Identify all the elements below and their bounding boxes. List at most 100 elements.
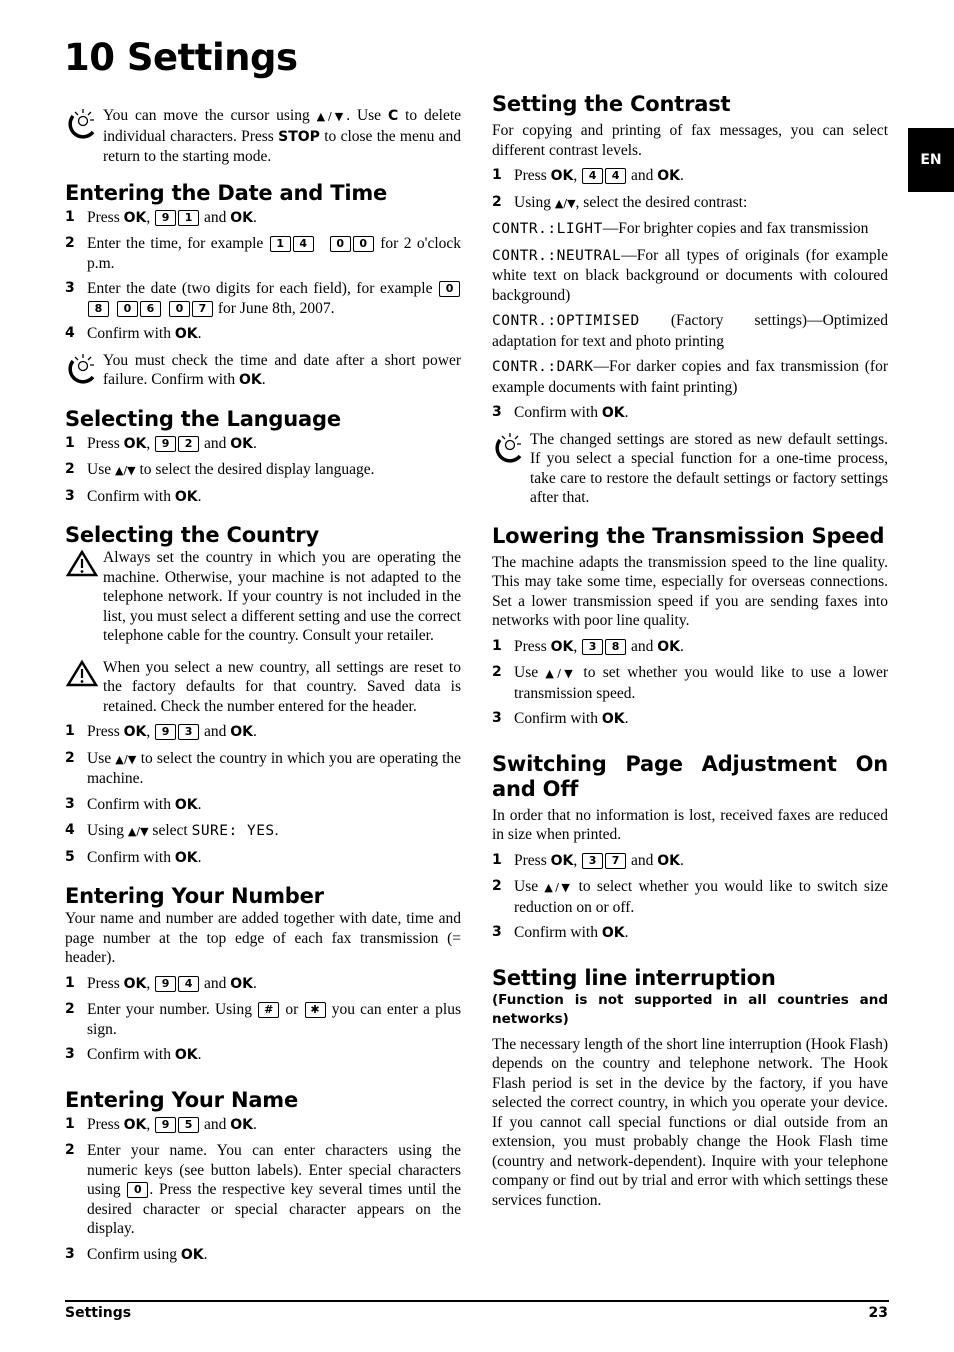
step: 2 Use ▲/▼ to select whether you would li… xyxy=(492,877,888,917)
heading-your-number: Entering Your Number xyxy=(65,884,324,908)
ok-key-label: OK xyxy=(230,724,253,740)
step-text: Using xyxy=(87,822,125,839)
step-text: Enter your number. Using xyxy=(87,1001,252,1018)
step-text: Use xyxy=(87,461,112,478)
country-warning-1: Always set the country in which you are … xyxy=(65,548,461,646)
step-number: 1 xyxy=(65,434,75,451)
step-text: Press xyxy=(87,434,120,452)
step: 3 Confirm with OK. xyxy=(492,923,888,944)
punct: . xyxy=(624,404,629,421)
ok-key-label: OK xyxy=(550,168,574,184)
step-number: 1 xyxy=(492,637,502,654)
step-number: 3 xyxy=(492,404,502,420)
tip-text: You must check the time and date after a… xyxy=(103,351,461,389)
step-text: and xyxy=(203,1115,227,1133)
key-0: 0 xyxy=(439,281,461,297)
punct: . xyxy=(197,325,202,342)
step-text: Confirm with xyxy=(87,487,171,505)
step-text: , select the desired contrast: xyxy=(575,193,748,211)
punct: , xyxy=(573,167,578,184)
step: 1 Press OK, 92 and OK. xyxy=(65,434,461,455)
number-intro: Your name and number are added together … xyxy=(65,910,461,966)
ok-key-label: OK xyxy=(657,638,680,655)
key-5: 5 xyxy=(178,1116,200,1133)
step-number: 2 xyxy=(65,461,75,477)
ok-key-label: OK xyxy=(123,724,147,740)
up-down-arrows-icon: ▲/▼ xyxy=(544,881,573,894)
step-number: 3 xyxy=(65,487,75,504)
key-3: 3 xyxy=(582,852,604,869)
language-tab-en: EN xyxy=(908,128,954,192)
ok-key-label: OK xyxy=(123,209,147,226)
lightbulb-tip-icon xyxy=(492,430,530,508)
step-text: Press xyxy=(87,1115,120,1133)
step-number: 2 xyxy=(65,235,75,251)
heading-language: Selecting the Language xyxy=(65,406,341,431)
step-number: 4 xyxy=(65,822,75,838)
step-text: and xyxy=(203,723,227,740)
step-text: and xyxy=(630,637,654,655)
punct: . xyxy=(197,795,202,813)
step-number: 2 xyxy=(492,664,502,680)
ok-key-label: OK xyxy=(230,975,253,992)
key-8: 8 xyxy=(88,300,109,317)
step-number: 4 xyxy=(65,325,75,341)
intro-tip: You can move the cursor using ▲/▼. Use C… xyxy=(65,106,461,167)
step-text: and xyxy=(630,851,654,869)
ok-key-label: OK xyxy=(239,372,262,388)
ok-key-label: OK xyxy=(230,1116,253,1133)
tip-text: . Use xyxy=(346,107,382,124)
key-1: 1 xyxy=(269,236,291,252)
ok-key-label: OK xyxy=(174,849,198,866)
step-number: 1 xyxy=(65,974,75,991)
step: 3 Confirm with OK. xyxy=(492,709,888,730)
speed-intro: The machine adapts the transmission spee… xyxy=(492,553,888,630)
step-text: or xyxy=(285,1001,299,1018)
step: 4 Using ▲/▼ select SURE: YES. xyxy=(65,821,461,842)
footer-divider xyxy=(65,1300,889,1302)
step-number: 1 xyxy=(65,1115,75,1132)
footer-page-number: 23 xyxy=(868,1305,888,1321)
hash-key: # xyxy=(258,1002,280,1018)
step-text: Press xyxy=(87,974,120,992)
key-0: 0 xyxy=(329,236,351,252)
line-interruption-body: The necessary length of the short line i… xyxy=(492,1035,888,1209)
step-number: 3 xyxy=(492,924,502,940)
step-text: Press xyxy=(514,167,547,184)
lcd-display-text: CONTR.:DARK xyxy=(492,359,594,375)
step-text: and xyxy=(630,167,654,184)
punct: . xyxy=(261,371,266,388)
heading-contrast: Setting the Contrast xyxy=(492,92,731,116)
step: 2 Enter the time, for example 1400 for 2… xyxy=(65,234,461,273)
step-text: to select the desired display language. xyxy=(139,461,375,478)
step-text: select xyxy=(152,822,188,839)
step-text: Confirm with xyxy=(87,848,171,866)
punct: . xyxy=(203,1245,208,1263)
heading-date-time: Entering the Date and Time xyxy=(65,180,388,205)
footer-section-title: Settings xyxy=(65,1305,132,1321)
contrast-tip: The changed settings are stored as new d… xyxy=(492,430,888,508)
key-4: 4 xyxy=(178,975,200,992)
step: 5 Confirm with OK. xyxy=(65,848,461,869)
step-text: and xyxy=(203,434,227,452)
ok-key-label: OK xyxy=(180,1246,204,1263)
step-text: Confirm with xyxy=(514,710,598,727)
step-text: for June 8th, 2007. xyxy=(217,299,335,317)
ok-key-label: OK xyxy=(550,852,574,869)
step-number: 3 xyxy=(65,1046,75,1062)
key-4: 4 xyxy=(605,168,627,184)
ok-key-label: OK xyxy=(601,405,625,421)
step: 1 Press OK, 94 and OK. xyxy=(65,974,461,995)
step: 1 Press OK, 93 and OK. xyxy=(65,722,461,743)
punct: . xyxy=(680,851,684,869)
step-number: 1 xyxy=(65,208,75,225)
key-9: 9 xyxy=(155,209,177,226)
key-9: 9 xyxy=(155,724,177,740)
key-6: 6 xyxy=(140,300,161,317)
step-text: Confirm with xyxy=(514,404,598,421)
step-text: Press xyxy=(87,723,120,740)
step-number: 3 xyxy=(492,710,502,726)
step-text: Confirm with xyxy=(514,924,598,941)
lcd-display-text: CONTR.:NEUTRAL xyxy=(492,247,622,264)
key-9: 9 xyxy=(155,975,177,992)
